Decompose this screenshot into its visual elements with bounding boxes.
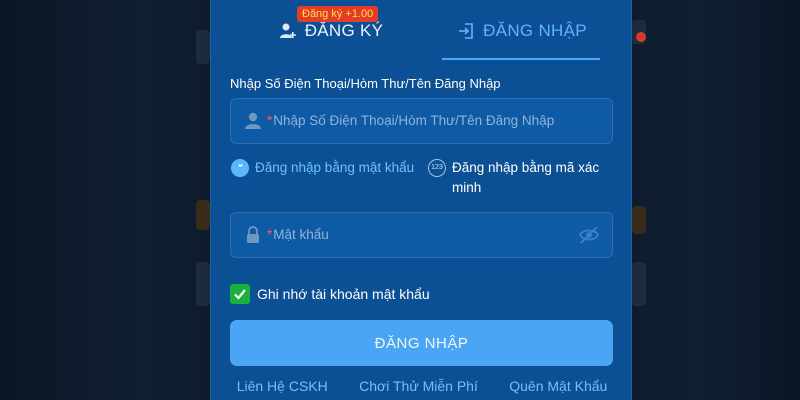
- user-plus-icon: [279, 23, 296, 38]
- eye-off-icon[interactable]: [578, 225, 600, 245]
- required-mark: *: [267, 113, 273, 128]
- background-card: [196, 200, 210, 230]
- password-placeholder-text: Mật khẩu: [273, 227, 329, 242]
- login-mode-otp[interactable]: 123 Đăng nhập bằng mã xác minh: [428, 158, 618, 198]
- tab-register-label: ĐĂNG KÝ: [304, 21, 384, 40]
- background-card: [632, 262, 646, 306]
- background-right-panel: [632, 0, 800, 400]
- login-mode-password-label: Đăng nhập bằng mật khẩu: [255, 160, 415, 175]
- login-door-icon: [459, 23, 473, 39]
- password-input-placeholder: *Mật khẩu: [267, 213, 329, 257]
- login-mode-otp-label: Đăng nhập bằng mã xác minh: [452, 160, 600, 195]
- remember-account[interactable]: Ghi nhớ tài khoản mật khẩu: [230, 284, 430, 304]
- tab-login-label: ĐĂNG NHẬP: [483, 21, 587, 40]
- footer-links: Liên Hệ CSKH Chơi Thử Miễn Phí Quên Mật …: [211, 378, 633, 394]
- login-button[interactable]: ĐĂNG NHẬP: [230, 320, 613, 366]
- register-bonus-badge: Đăng ký +1.00: [297, 6, 379, 22]
- account-field-label: Nhập Số Điện Thoại/Hòm Thư/Tên Đăng Nhập: [230, 76, 501, 91]
- background-card: [196, 262, 210, 306]
- active-tab-indicator: [442, 58, 600, 60]
- checkmark-icon: [234, 289, 246, 300]
- notification-dot: [636, 32, 646, 42]
- password-mode-icon: **: [231, 159, 249, 177]
- contact-support-link[interactable]: Liên Hệ CSKH: [237, 378, 328, 394]
- user-icon: [245, 112, 261, 129]
- auth-tabs: ĐĂNG KÝ Đăng ký +1.00 ĐĂNG NHẬP: [211, 0, 633, 62]
- forgot-password-link[interactable]: Quên Mật Khẩu: [509, 378, 607, 394]
- tab-login[interactable]: ĐĂNG NHẬP: [443, 0, 601, 62]
- password-input[interactable]: *Mật khẩu: [230, 212, 613, 258]
- lock-icon: [247, 226, 259, 243]
- background-card: [632, 206, 646, 234]
- background-card: [196, 30, 210, 64]
- background-left-panel: [0, 0, 210, 400]
- free-trial-link[interactable]: Chơi Thử Miễn Phí: [359, 378, 478, 394]
- required-mark: *: [267, 227, 273, 242]
- remember-label: Ghi nhớ tài khoản mật khẩu: [257, 286, 430, 302]
- account-input[interactable]: *Nhập Số Điện Thoại/Hòm Thư/Tên Đăng Nhậ…: [230, 98, 613, 144]
- remember-checkbox[interactable]: [230, 284, 250, 304]
- account-placeholder-text: Nhập Số Điện Thoại/Hòm Thư/Tên Đăng Nhập: [273, 113, 555, 128]
- account-input-placeholder: *Nhập Số Điện Thoại/Hòm Thư/Tên Đăng Nhậ…: [267, 99, 554, 143]
- otp-mode-icon: 123: [428, 159, 446, 177]
- login-modal: ĐĂNG KÝ Đăng ký +1.00 ĐĂNG NHẬP Nhập Số …: [210, 0, 632, 400]
- login-mode-password[interactable]: ** Đăng nhập bằng mật khẩu: [231, 158, 414, 178]
